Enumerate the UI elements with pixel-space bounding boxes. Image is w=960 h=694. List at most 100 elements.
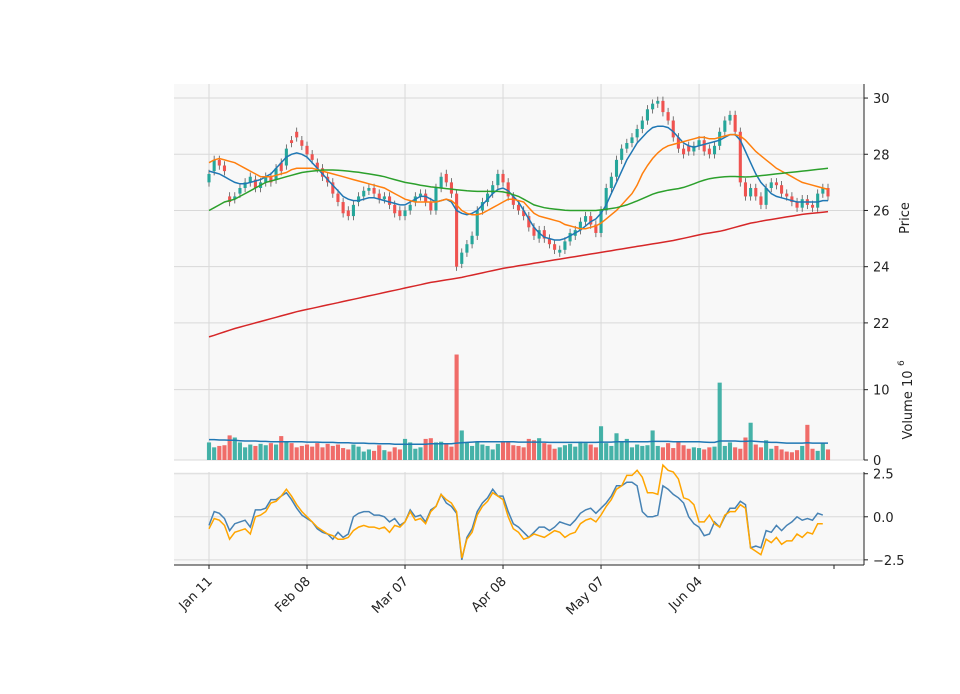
volume-bar (433, 442, 439, 460)
volume-bar (784, 451, 789, 460)
candle-body (429, 202, 433, 211)
candle-body (728, 114, 732, 121)
candle-body (362, 190, 366, 197)
volume-bar (557, 447, 562, 460)
volume-bar (304, 444, 310, 460)
candle-body (336, 193, 340, 203)
volume-bar (402, 438, 408, 460)
y-tick-label: 0.0 (873, 511, 894, 526)
volume-bar (351, 444, 356, 460)
volume-bar (500, 441, 506, 460)
volume-bar (263, 445, 268, 460)
y-tick-label: 2.5 (873, 468, 894, 483)
candle-body (207, 173, 211, 183)
volume-bar (392, 447, 397, 460)
candle-body (795, 202, 799, 208)
candle-body (764, 187, 768, 205)
volume-bar (707, 447, 712, 460)
volume-bar (547, 444, 552, 460)
candle-body (785, 193, 789, 197)
volume-bar (227, 435, 232, 460)
volume-bar (377, 445, 382, 460)
y-tick-label: 22 (873, 317, 890, 332)
candle-body (656, 100, 660, 104)
chart-figure: 22 24 26 28 30 Price 0 10 Volume 10 6 2.5 0.0 −2.5… (0, 0, 960, 690)
candle-body (346, 210, 350, 217)
volume-bar (815, 450, 820, 460)
candle-body (625, 143, 629, 149)
price-panel: 22 24 26 28 30 Price (174, 84, 913, 351)
volume-bar (253, 445, 258, 460)
volume-bar (769, 448, 774, 460)
candle-body (553, 244, 557, 250)
candle-body (800, 199, 804, 208)
y-tick-label: 26 (873, 204, 890, 219)
x-tick-label: May 07 (564, 574, 608, 618)
volume-bar (382, 450, 387, 460)
panel-background (174, 472, 864, 565)
volume-bar (268, 443, 273, 460)
volume-bar (645, 445, 650, 460)
volume-bar (485, 445, 490, 460)
candle-body (635, 128, 639, 138)
volume-bar (588, 444, 593, 460)
volume-bar (361, 451, 366, 460)
volume-bar (800, 445, 805, 460)
x-tick-label: Jan 11 (176, 574, 216, 614)
candle-body (444, 173, 448, 183)
volume-bar (335, 444, 341, 460)
volume-bar (273, 444, 279, 460)
volume-bar (423, 438, 428, 460)
volume-bar (671, 448, 676, 460)
candle-body (434, 187, 438, 211)
volume-bar (315, 443, 320, 460)
volume-bar (696, 448, 702, 460)
candle-body (614, 159, 619, 177)
candle-body (620, 148, 624, 160)
volume-bar (346, 449, 351, 460)
candle-body (393, 204, 397, 214)
y-axis-title: Volume 10 (901, 370, 916, 439)
volume-bar (428, 438, 433, 460)
volume-bar (217, 445, 222, 460)
chart-canvas: 2224262830Price 010 Volume 106 2.50.0−2.5… (174, 84, 916, 618)
candle-body (496, 173, 500, 186)
volume-bar (279, 436, 284, 460)
candle-body (774, 182, 778, 186)
volume-bar (531, 440, 537, 460)
candle-body (640, 120, 644, 129)
volume-bar (372, 450, 377, 460)
volume-bar (573, 446, 578, 460)
volume-bar (320, 447, 325, 460)
volume-bar (294, 447, 299, 460)
volume-bar (635, 444, 640, 460)
volume-bar (764, 440, 769, 460)
volume-bar (568, 443, 573, 460)
y-tick-label: 28 (873, 148, 890, 163)
volume-bar (810, 448, 815, 460)
volume-bar (480, 444, 485, 460)
candle-body (465, 244, 469, 253)
volume-bar (640, 445, 645, 460)
volume-bar (619, 442, 624, 460)
volume-bar (794, 450, 800, 460)
volume-bar (598, 426, 604, 460)
x-tick-label: Mar 07 (369, 574, 412, 617)
volume-bar (490, 449, 495, 460)
candle-body (310, 154, 314, 160)
volume-bar (506, 442, 511, 460)
volume-bar (691, 447, 696, 460)
volume-bar (212, 447, 217, 460)
candle-body (372, 187, 376, 194)
volume-bar (397, 449, 402, 460)
volume-bar (753, 444, 758, 460)
candle-body (289, 140, 294, 144)
y-axis-exponent: 6 (897, 360, 907, 366)
candle-body (439, 176, 443, 188)
candle-body (584, 216, 588, 222)
volume-bar (717, 382, 722, 460)
candle-body (212, 159, 216, 172)
volume-bar (578, 441, 583, 460)
candle-body (449, 182, 453, 194)
x-tick-label: Feb 08 (272, 574, 314, 616)
